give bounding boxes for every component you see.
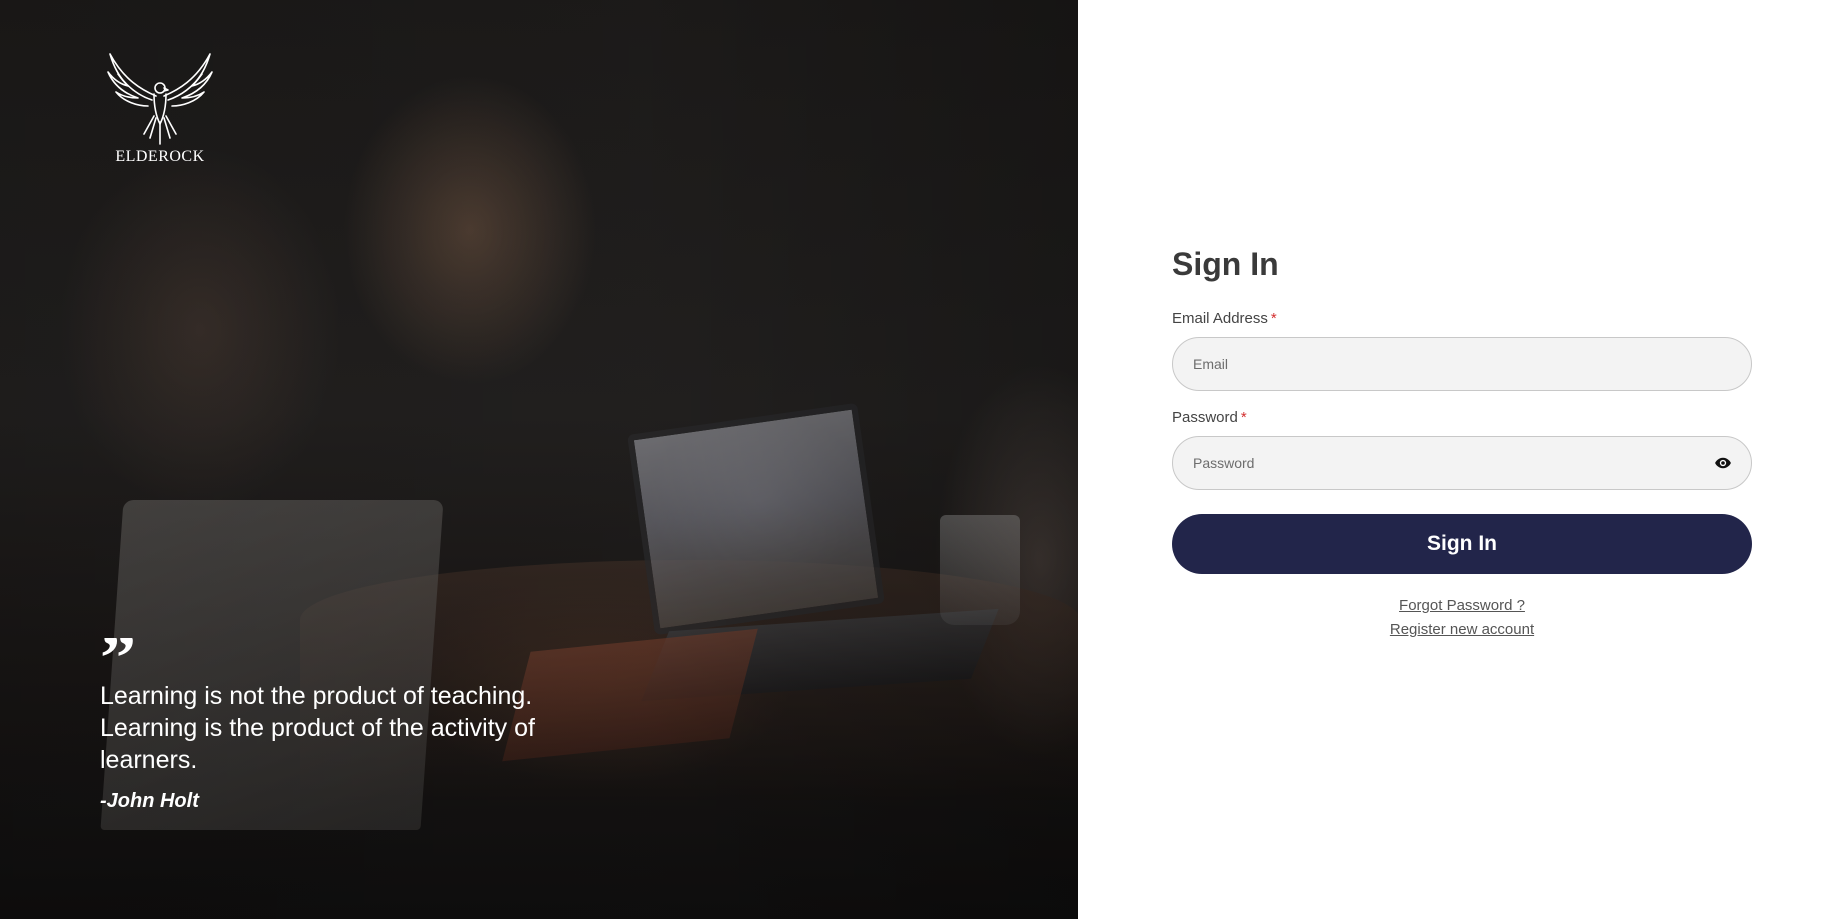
quote-icon: ” <box>100 638 620 674</box>
hero-panel: ELDEROCK ” Learning is not the product o… <box>0 0 1078 919</box>
email-field-wrapper <box>1172 337 1752 391</box>
quote-author: -John Holt <box>100 790 199 812</box>
password-label-text: Password <box>1172 409 1238 426</box>
auth-links: Forgot Password ? Register new account <box>1172 594 1752 642</box>
quote-text: Learning is not the product of teaching.… <box>100 682 535 774</box>
brand-logo: ELDEROCK <box>100 50 220 166</box>
eagle-icon <box>100 50 220 146</box>
forgot-password-link[interactable]: Forgot Password ? <box>1172 594 1752 618</box>
password-label: Password * <box>1172 409 1752 426</box>
required-marker: * <box>1240 409 1247 426</box>
signin-button[interactable]: Sign In <box>1172 514 1752 574</box>
required-marker: * <box>1270 310 1277 327</box>
eye-icon[interactable] <box>1714 454 1732 472</box>
email-label-text: Email Address <box>1172 310 1268 327</box>
email-label: Email Address * <box>1172 310 1752 327</box>
register-link[interactable]: Register new account <box>1172 618 1752 642</box>
password-field[interactable] <box>1172 436 1752 490</box>
password-field-wrapper <box>1172 436 1752 490</box>
page-title: Sign In <box>1172 246 1279 282</box>
signin-form: Sign In Email Address* Password* Sign In… <box>1172 244 1752 642</box>
quote-block: ” Learning is not the product of teachin… <box>100 638 620 813</box>
email-field[interactable] <box>1172 337 1752 391</box>
brand-name: ELDEROCK <box>115 148 205 165</box>
signin-panel: Sign In Email Address* Password* Sign In… <box>1078 0 1848 919</box>
